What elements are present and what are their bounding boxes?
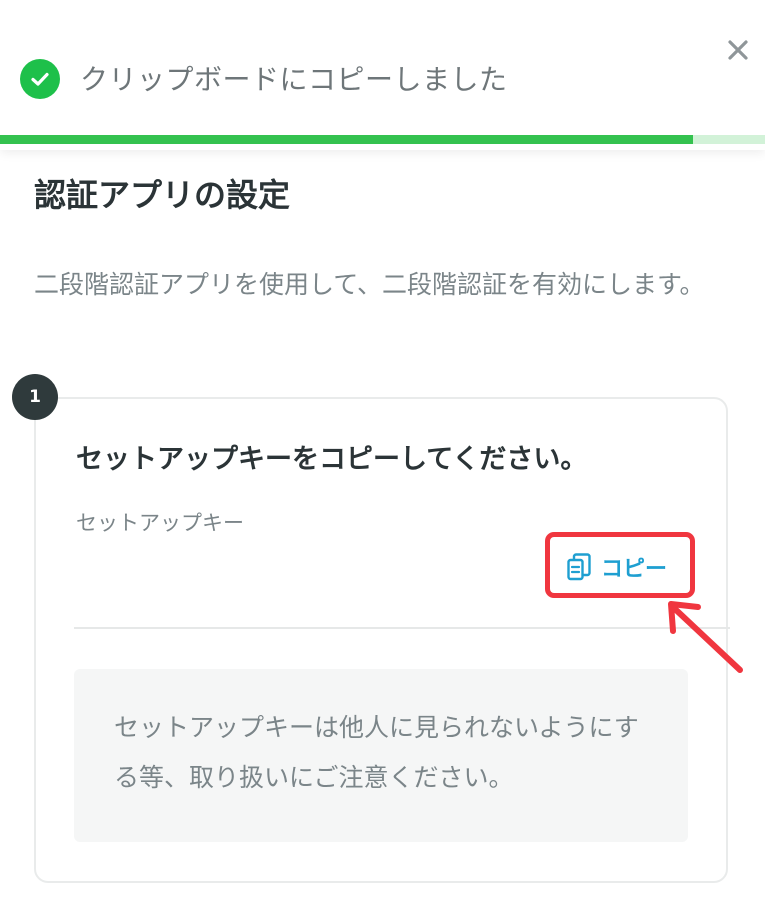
- toast-progress-fill: [0, 135, 694, 144]
- toast-message: クリップボードにコピーしました: [80, 63, 508, 96]
- check-circle-icon: [20, 59, 60, 99]
- step-title: セットアップキーをコピーしてください。: [76, 444, 588, 475]
- step-number-badge: 1: [12, 374, 58, 420]
- annotation-arrow-icon: [668, 601, 743, 673]
- card-divider: [74, 627, 730, 629]
- caution-notice: セットアップキーは他人に見られないようにする等、取り扱いにご注意ください。: [74, 669, 688, 842]
- page-title: 認証アプリの設定: [34, 176, 291, 214]
- toast-progress-bar: [0, 135, 765, 144]
- close-icon[interactable]: [722, 34, 754, 66]
- copy-success-toast: クリップボードにコピーしました: [0, 0, 765, 150]
- two-factor-setup-page: クリップボードにコピーしました 認証アプリの設定 二段階認証アプリを使用して、二…: [0, 0, 765, 900]
- setup-key-label: セットアップキー: [76, 511, 244, 535]
- caution-notice-text: セットアップキーは他人に見られないようにする等、取り扱いにご注意ください。: [114, 713, 639, 792]
- copy-button-highlight: [545, 532, 695, 598]
- page-description: 二段階認証アプリを使用して、二段階認証を有効にします。: [34, 270, 705, 299]
